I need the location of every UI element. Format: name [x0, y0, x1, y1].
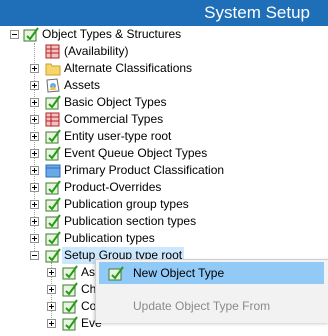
expand-toggle[interactable]: [30, 149, 39, 158]
object-type-icon: [62, 316, 78, 331]
object-type-icon: [45, 146, 61, 161]
menu-item-label: New Object Type: [133, 266, 225, 280]
object-type-icon: [62, 265, 78, 280]
menu-item-label: Update Object Type From: [133, 299, 271, 313]
collapse-toggle[interactable]: [10, 30, 19, 39]
object-type-icon: [62, 299, 78, 314]
window-title: System Setup: [204, 3, 310, 22]
collapse-toggle[interactable]: [30, 251, 39, 260]
tree-item-label: Primary Product Classification: [64, 163, 225, 177]
context-menu: New Object Type Update Object Type From: [95, 259, 328, 323]
tree-item-label: Publication group types: [64, 197, 189, 211]
tree-item-label: (Availability): [64, 44, 129, 58]
expand-toggle[interactable]: [30, 64, 39, 73]
object-type-icon: [45, 231, 61, 246]
new-object-type-menu-item[interactable]: New Object Type: [99, 262, 324, 284]
tree-item-label: Publication section types: [64, 214, 197, 228]
tree-root-label: Object Types & Structures: [42, 27, 182, 41]
update-object-type-from-menu-item[interactable]: Update Object Type From: [99, 295, 324, 317]
object-type-icon: [45, 214, 61, 229]
tree-item-label: Product-Overrides: [64, 180, 162, 194]
object-type-icon: [23, 27, 39, 42]
object-type-icon: [45, 197, 61, 212]
expand-toggle[interactable]: [30, 166, 39, 175]
tree-item-label: Basic Object Types: [64, 95, 167, 109]
expand-toggle[interactable]: [30, 217, 39, 226]
expand-toggle[interactable]: [30, 98, 39, 107]
expand-toggle[interactable]: [30, 183, 39, 192]
expand-toggle[interactable]: [30, 115, 39, 124]
expand-toggle[interactable]: [47, 319, 56, 328]
object-type-icon: [45, 180, 61, 195]
tree-item-label: Entity user-type root: [64, 129, 172, 143]
expand-toggle[interactable]: [30, 81, 39, 90]
table-icon: [45, 112, 61, 127]
object-type-icon: [45, 248, 61, 263]
tree-item-label: Commercial Types: [64, 112, 164, 126]
object-type-icon: [45, 95, 61, 110]
expand-toggle[interactable]: [47, 285, 56, 294]
folder-icon: [45, 61, 61, 76]
asset-icon: [45, 78, 61, 93]
expand-toggle[interactable]: [30, 200, 39, 209]
object-type-icon: [108, 265, 124, 281]
expand-toggle[interactable]: [30, 234, 39, 243]
tree-item-label: Assets: [64, 78, 101, 92]
expand-toggle[interactable]: [47, 268, 56, 277]
tree-item-label: Publication types: [64, 231, 155, 245]
title-bar: System Setup: [0, 0, 328, 26]
object-type-icon: [62, 282, 78, 297]
object-type-icon: [45, 129, 61, 144]
tree-item-label: Event Queue Object Types: [64, 146, 208, 160]
expand-toggle[interactable]: [30, 132, 39, 141]
classification-icon: [45, 163, 61, 178]
expand-toggle[interactable]: [47, 302, 56, 311]
tree-item-label: Alternate Classifications: [64, 61, 193, 75]
table-icon: [45, 44, 61, 59]
